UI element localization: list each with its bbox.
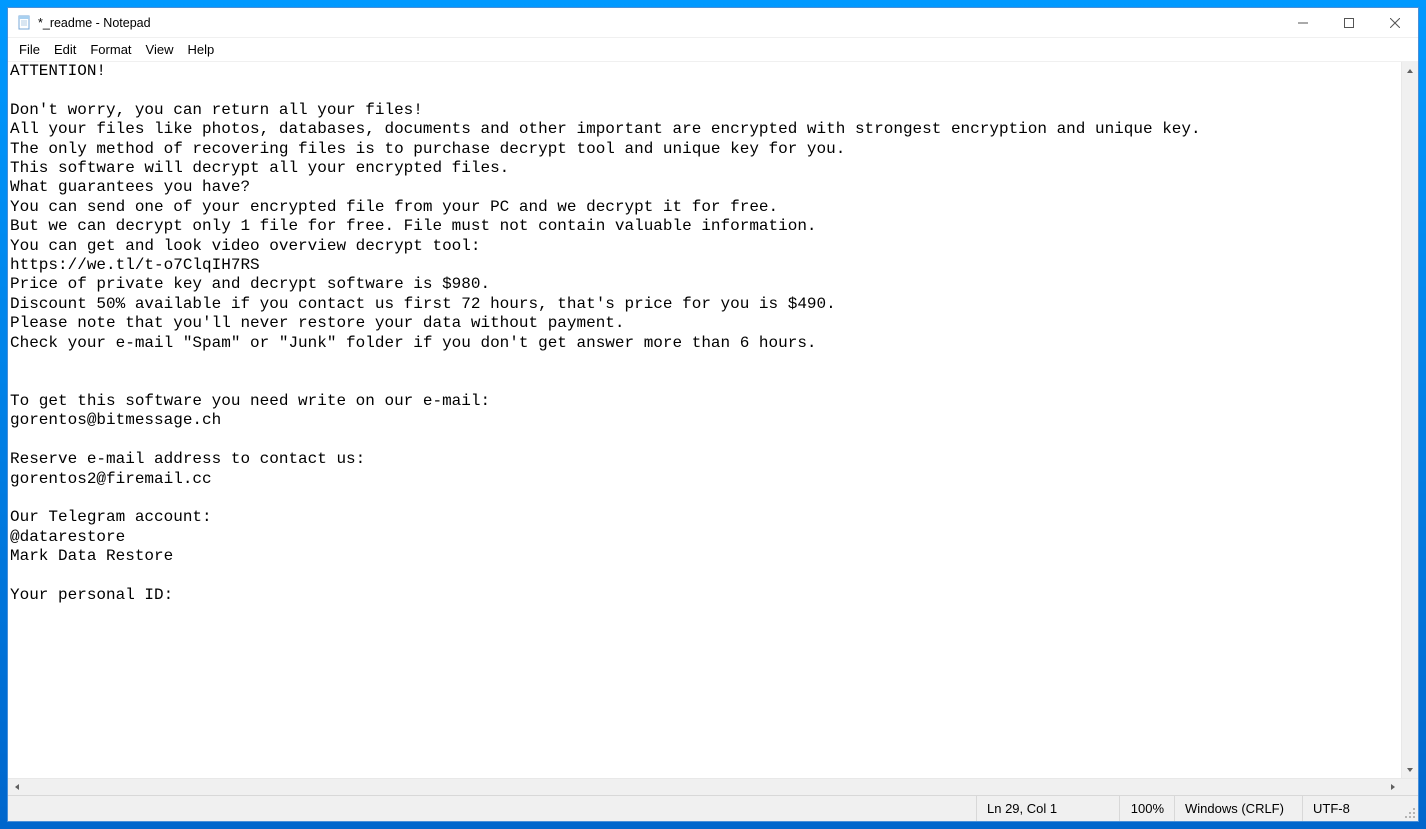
scrollbar-corner <box>1401 779 1418 796</box>
notepad-icon <box>16 15 32 31</box>
scroll-left-button[interactable] <box>8 779 25 795</box>
text-editor[interactable]: ATTENTION! Don't worry, you can return a… <box>8 62 1401 778</box>
status-line-ending: Windows (CRLF) <box>1174 796 1302 821</box>
status-encoding: UTF-8 <box>1302 796 1402 821</box>
menu-edit[interactable]: Edit <box>47 40 83 59</box>
maximize-button[interactable] <box>1326 8 1372 38</box>
menu-view[interactable]: View <box>139 40 181 59</box>
statusbar: Ln 29, Col 1 100% Windows (CRLF) UTF-8 <box>8 795 1418 821</box>
close-button[interactable] <box>1372 8 1418 38</box>
hscroll-track[interactable] <box>25 779 1384 795</box>
menu-format[interactable]: Format <box>83 40 138 59</box>
titlebar[interactable]: *_readme - Notepad <box>8 8 1418 38</box>
horizontal-scrollbar[interactable] <box>8 778 1418 795</box>
notepad-window: *_readme - Notepad File Edit Format View… <box>7 7 1419 822</box>
menu-help[interactable]: Help <box>180 40 221 59</box>
minimize-button[interactable] <box>1280 8 1326 38</box>
window-controls <box>1280 8 1418 37</box>
scroll-right-button[interactable] <box>1384 779 1401 795</box>
scroll-down-button[interactable] <box>1402 761 1418 778</box>
menu-file[interactable]: File <box>12 40 47 59</box>
resize-grip[interactable] <box>1402 796 1418 821</box>
window-title: *_readme - Notepad <box>38 16 1280 30</box>
menubar: File Edit Format View Help <box>8 38 1418 62</box>
vertical-scrollbar[interactable] <box>1401 62 1418 778</box>
scroll-up-button[interactable] <box>1402 62 1418 79</box>
status-zoom: 100% <box>1119 796 1174 821</box>
status-position: Ln 29, Col 1 <box>976 796 1119 821</box>
content-area: ATTENTION! Don't worry, you can return a… <box>8 62 1418 778</box>
